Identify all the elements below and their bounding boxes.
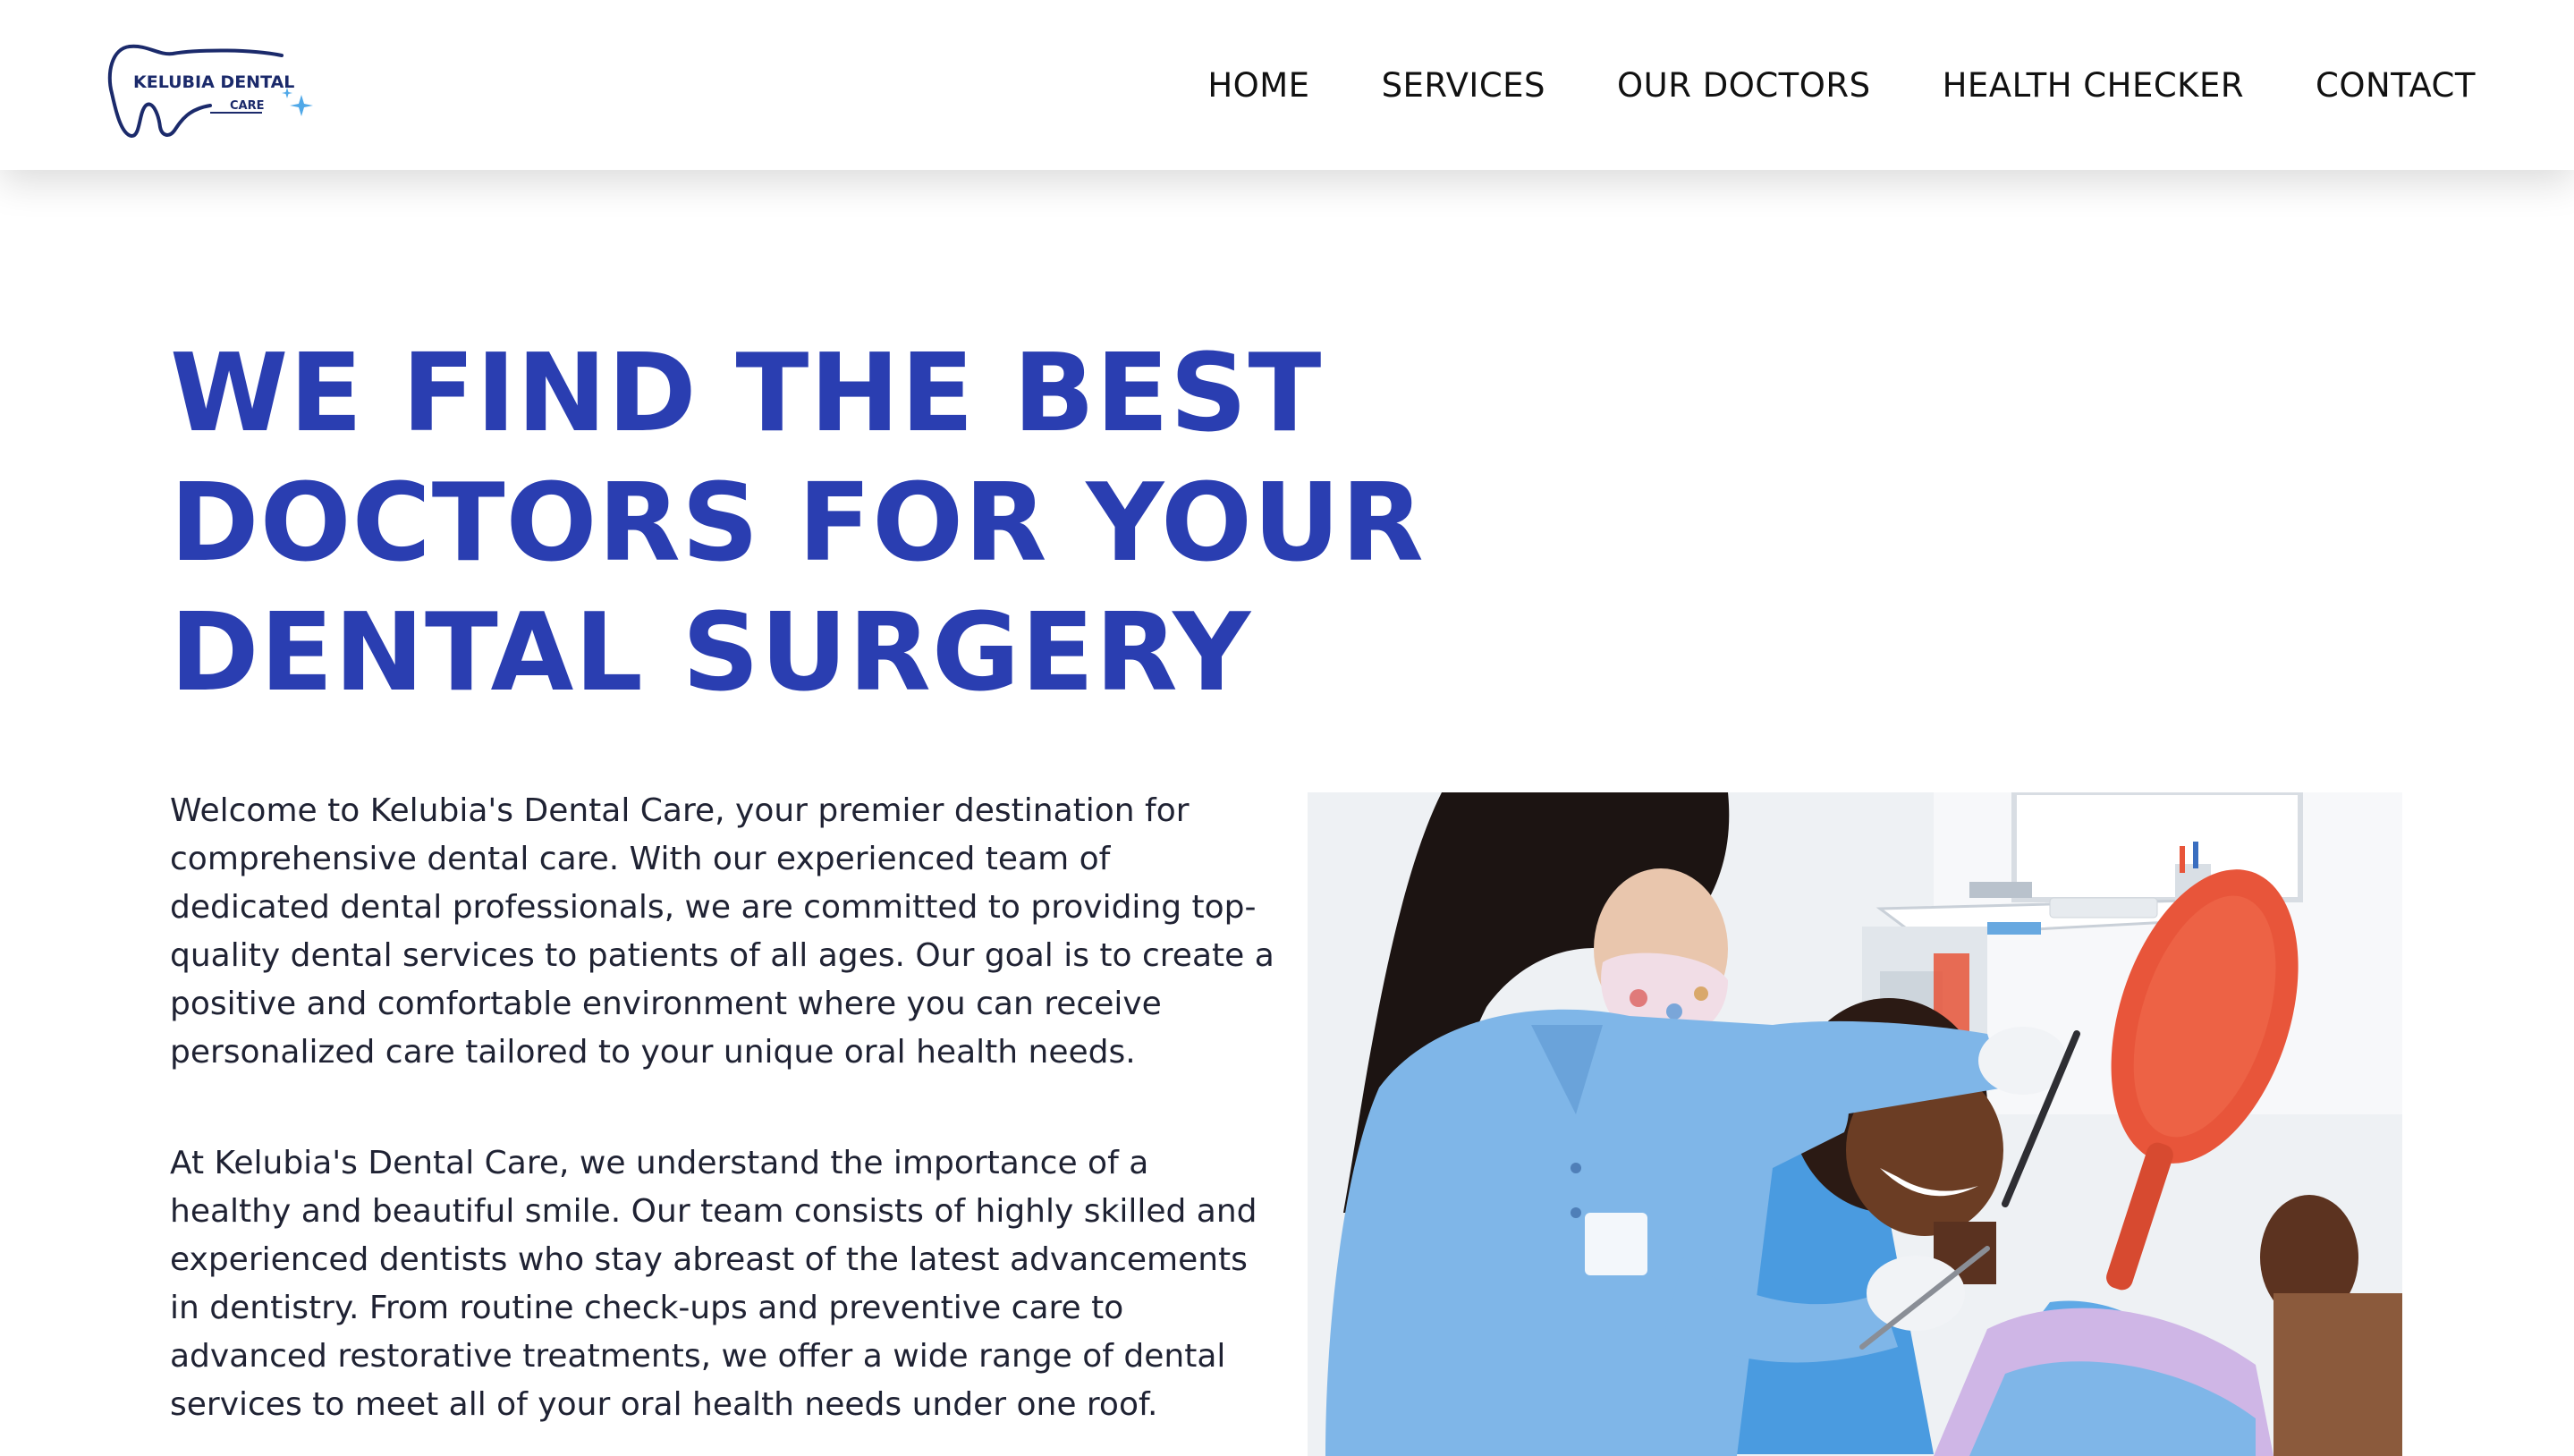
nav-contact[interactable]: CONTACT <box>2316 66 2476 105</box>
nav-services[interactable]: SERVICES <box>1382 66 1545 105</box>
tooth-logo-icon: KELUBIA DENTAL CARE <box>107 44 313 138</box>
site-header: KELUBIA DENTAL CARE HOME SERVICES OUR DO… <box>0 0 2574 170</box>
hero-title: We Find the Best Doctors for your dental… <box>170 332 1425 715</box>
nav-home[interactable]: HOME <box>1207 66 1309 105</box>
intro-text: Welcome to Kelubia's Dental Care, your p… <box>170 787 1279 1429</box>
dentist-patient-photo <box>1308 792 2402 1456</box>
logo[interactable]: KELUBIA DENTAL CARE <box>103 38 318 147</box>
main-nav: HOME SERVICES OUR DOCTORS HEALTH CHECKER… <box>1207 0 2476 170</box>
sparkle-icon <box>290 95 313 116</box>
nav-our-doctors[interactable]: OUR DOCTORS <box>1617 66 1871 105</box>
nav-health-checker[interactable]: HEALTH CHECKER <box>1943 66 2244 105</box>
intro-paragraph-2: At Kelubia's Dental Care, we understand … <box>170 1145 1257 1423</box>
logo-line1: KELUBIA DENTAL <box>133 72 294 92</box>
intro-paragraph-1: Welcome to Kelubia's Dental Care, your p… <box>170 792 1274 1071</box>
logo-line2: CARE <box>230 99 265 113</box>
